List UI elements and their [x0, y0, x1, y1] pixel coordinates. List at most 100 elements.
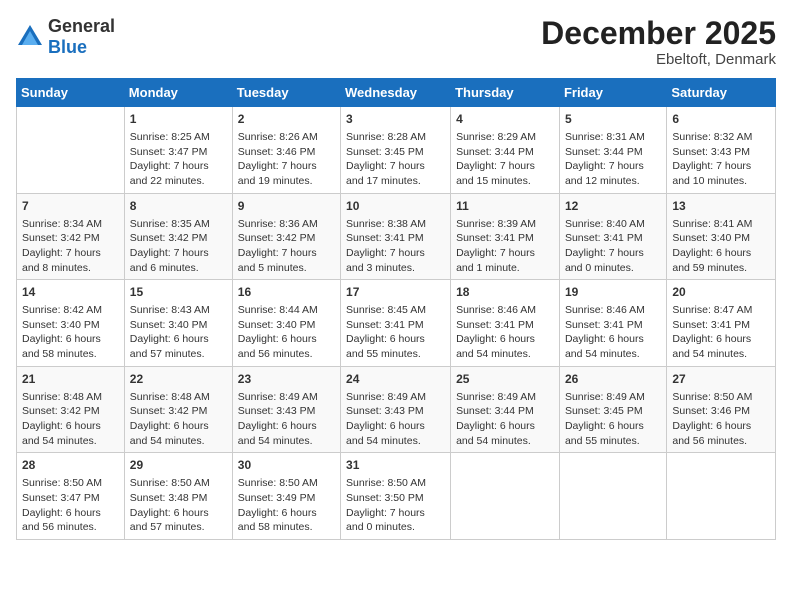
day-content: Sunrise: 8:28 AMSunset: 3:45 PMDaylight:… [346, 130, 445, 189]
day-content: Sunrise: 8:43 AMSunset: 3:40 PMDaylight:… [130, 303, 227, 362]
day-content: Sunrise: 8:50 AMSunset: 3:47 PMDaylight:… [22, 476, 119, 535]
calendar-cell: 28 Sunrise: 8:50 AMSunset: 3:47 PMDayligh… [17, 453, 125, 540]
calendar-day-header: Saturday [667, 79, 776, 107]
day-number: 3 [346, 111, 445, 128]
day-content: Sunrise: 8:49 AMSunset: 3:43 PMDaylight:… [238, 390, 335, 449]
calendar-cell: 11 Sunrise: 8:39 AMSunset: 3:41 PMDayligh… [451, 193, 560, 280]
calendar-week-row: 7 Sunrise: 8:34 AMSunset: 3:42 PMDaylight… [17, 193, 776, 280]
calendar-cell [667, 453, 776, 540]
calendar-cell: 4 Sunrise: 8:29 AMSunset: 3:44 PMDaylight… [451, 107, 560, 194]
calendar-cell: 20Sunrise: 8:47 AMSunset: 3:41 PMDayligh… [667, 280, 776, 367]
calendar-cell: 7 Sunrise: 8:34 AMSunset: 3:42 PMDaylight… [17, 193, 125, 280]
calendar-cell: 21Sunrise: 8:48 AMSunset: 3:42 PMDayligh… [17, 366, 125, 453]
day-content: Sunrise: 8:42 AMSunset: 3:40 PMDaylight:… [22, 303, 119, 362]
day-content: Sunrise: 8:46 AMSunset: 3:41 PMDaylight:… [565, 303, 661, 362]
day-number: 11 [456, 198, 554, 215]
calendar-cell: 9Sunrise: 8:36 AMSunset: 3:42 PMDaylight… [232, 193, 340, 280]
day-number: 19 [565, 284, 661, 301]
calendar-cell: 1 Sunrise: 8:25 AMSunset: 3:47 PMDaylight… [124, 107, 232, 194]
calendar-cell [17, 107, 125, 194]
calendar-cell: 17 Sunrise: 8:45 AMSunset: 3:41 PMDayligh… [341, 280, 451, 367]
day-content: Sunrise: 8:50 AMSunset: 3:46 PMDaylight:… [672, 390, 770, 449]
calendar-cell: 13 Sunrise: 8:41 AMSunset: 3:40 PMDayligh… [667, 193, 776, 280]
calendar-cell [559, 453, 666, 540]
day-number: 16 [238, 284, 335, 301]
day-number: 30 [238, 457, 335, 474]
calendar-cell: 3 Sunrise: 8:28 AMSunset: 3:45 PMDaylight… [341, 107, 451, 194]
calendar-day-header: Friday [559, 79, 666, 107]
calendar-cell: 16 Sunrise: 8:44 AMSunset: 3:40 PMDayligh… [232, 280, 340, 367]
calendar-cell: 29Sunrise: 8:50 AMSunset: 3:48 PMDayligh… [124, 453, 232, 540]
day-content: Sunrise: 8:31 AMSunset: 3:44 PMDaylight:… [565, 130, 661, 189]
day-number: 28 [22, 457, 119, 474]
calendar-cell: 23 Sunrise: 8:49 AMSunset: 3:43 PMDayligh… [232, 366, 340, 453]
day-content: Sunrise: 8:50 AMSunset: 3:49 PMDaylight:… [238, 476, 335, 535]
day-number: 14 [22, 284, 119, 301]
day-content: Sunrise: 8:26 AMSunset: 3:46 PMDaylight:… [238, 130, 335, 189]
day-number: 9 [238, 198, 335, 215]
logo: General Blue [16, 16, 115, 58]
calendar-cell: 19 Sunrise: 8:46 AMSunset: 3:41 PMDayligh… [559, 280, 666, 367]
day-content: Sunrise: 8:40 AMSunset: 3:41 PMDaylight:… [565, 217, 661, 276]
day-number: 29 [130, 457, 227, 474]
day-content: Sunrise: 8:25 AMSunset: 3:47 PMDaylight:… [130, 130, 227, 189]
calendar-cell [451, 453, 560, 540]
calendar-cell: 31 Sunrise: 8:50 AMSunset: 3:50 PMDayligh… [341, 453, 451, 540]
logo-general: General [48, 16, 115, 36]
day-number: 2 [238, 111, 335, 128]
calendar-cell: 10Sunrise: 8:38 AMSunset: 3:41 PMDayligh… [341, 193, 451, 280]
day-number: 22 [130, 371, 227, 388]
day-number: 8 [130, 198, 227, 215]
day-number: 6 [672, 111, 770, 128]
calendar-day-header: Thursday [451, 79, 560, 107]
calendar-day-header: Tuesday [232, 79, 340, 107]
calendar-cell: 22 Sunrise: 8:48 AMSunset: 3:42 PMDayligh… [124, 366, 232, 453]
day-content: Sunrise: 8:47 AMSunset: 3:41 PMDaylight:… [672, 303, 770, 362]
calendar-cell: 26Sunrise: 8:49 AMSunset: 3:45 PMDayligh… [559, 366, 666, 453]
day-content: Sunrise: 8:41 AMSunset: 3:40 PMDaylight:… [672, 217, 770, 276]
day-number: 23 [238, 371, 335, 388]
day-number: 15 [130, 284, 227, 301]
day-content: Sunrise: 8:34 AMSunset: 3:42 PMDaylight:… [22, 217, 119, 276]
logo-text: General Blue [48, 16, 115, 58]
calendar-cell: 2 Sunrise: 8:26 AMSunset: 3:46 PMDaylight… [232, 107, 340, 194]
calendar-header: SundayMondayTuesdayWednesdayThursdayFrid… [17, 79, 776, 107]
day-content: Sunrise: 8:50 AMSunset: 3:50 PMDaylight:… [346, 476, 445, 535]
calendar-cell: 24Sunrise: 8:49 AMSunset: 3:43 PMDayligh… [341, 366, 451, 453]
day-number: 17 [346, 284, 445, 301]
calendar-cell: 18Sunrise: 8:46 AMSunset: 3:41 PMDayligh… [451, 280, 560, 367]
day-number: 25 [456, 371, 554, 388]
day-content: Sunrise: 8:48 AMSunset: 3:42 PMDaylight:… [130, 390, 227, 449]
day-content: Sunrise: 8:39 AMSunset: 3:41 PMDaylight:… [456, 217, 554, 276]
calendar-day-header: Sunday [17, 79, 125, 107]
day-content: Sunrise: 8:38 AMSunset: 3:41 PMDaylight:… [346, 217, 445, 276]
day-content: Sunrise: 8:32 AMSunset: 3:43 PMDaylight:… [672, 130, 770, 189]
calendar-cell: 5Sunrise: 8:31 AMSunset: 3:44 PMDaylight… [559, 107, 666, 194]
calendar-week-row: 1 Sunrise: 8:25 AMSunset: 3:47 PMDaylight… [17, 107, 776, 194]
calendar-day-header: Monday [124, 79, 232, 107]
calendar-table: SundayMondayTuesdayWednesdayThursdayFrid… [16, 78, 776, 540]
day-content: Sunrise: 8:49 AMSunset: 3:43 PMDaylight:… [346, 390, 445, 449]
day-content: Sunrise: 8:29 AMSunset: 3:44 PMDaylight:… [456, 130, 554, 189]
day-number: 26 [565, 371, 661, 388]
day-number: 31 [346, 457, 445, 474]
logo-icon [16, 23, 44, 51]
calendar-week-row: 21 Sunrise: 8:48 AMSunset: 3:42 PMDayligh… [17, 366, 776, 453]
calendar-cell: 27Sunrise: 8:50 AMSunset: 3:46 PMDayligh… [667, 366, 776, 453]
calendar-cell: 12 Sunrise: 8:40 AMSunset: 3:41 PMDayligh… [559, 193, 666, 280]
day-content: Sunrise: 8:44 AMSunset: 3:40 PMDaylight:… [238, 303, 335, 362]
day-number: 1 [130, 111, 227, 128]
calendar-week-row: 28 Sunrise: 8:50 AMSunset: 3:47 PMDayligh… [17, 453, 776, 540]
page-subtitle: Ebeltoft, Denmark [541, 51, 776, 68]
day-content: Sunrise: 8:35 AMSunset: 3:42 PMDaylight:… [130, 217, 227, 276]
day-number: 12 [565, 198, 661, 215]
day-number: 13 [672, 198, 770, 215]
day-number: 7 [22, 198, 119, 215]
day-number: 18 [456, 284, 554, 301]
logo-blue: Blue [48, 37, 87, 57]
day-number: 21 [22, 371, 119, 388]
day-content: Sunrise: 8:45 AMSunset: 3:41 PMDaylight:… [346, 303, 445, 362]
calendar-cell: 25 Sunrise: 8:49 AMSunset: 3:44 PMDayligh… [451, 366, 560, 453]
day-content: Sunrise: 8:49 AMSunset: 3:44 PMDaylight:… [456, 390, 554, 449]
day-number: 4 [456, 111, 554, 128]
